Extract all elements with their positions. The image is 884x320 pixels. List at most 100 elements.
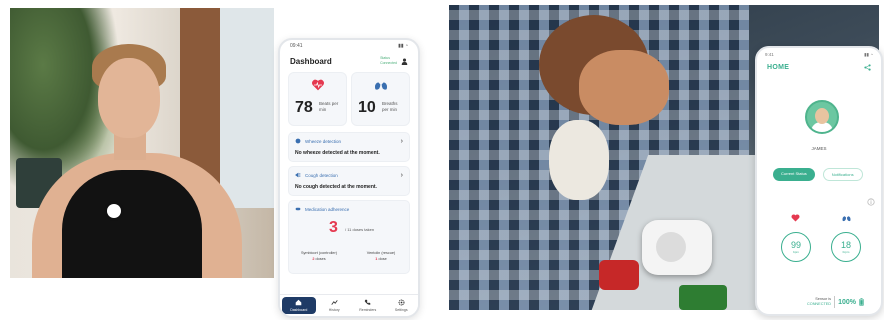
lungs-icon bbox=[374, 80, 387, 90]
avatar-face bbox=[815, 108, 829, 124]
heart-rate-unit: bpm bbox=[793, 250, 799, 254]
nav-dashboard[interactable]: Dashboard bbox=[282, 297, 316, 314]
chart-icon bbox=[331, 300, 338, 305]
status-icons: ▮▮ ◔ bbox=[864, 52, 873, 57]
breathing-rate-unit: Breaths per min bbox=[382, 101, 398, 112]
user-icon[interactable] bbox=[401, 58, 408, 65]
heart-rate-value: 99 bbox=[790, 240, 801, 250]
sensor-status: Sensor is CONNECTED 100% bbox=[807, 296, 877, 308]
heart-icon bbox=[791, 214, 800, 222]
ventolin-summary: Ventolin (rescue) 1 dose bbox=[355, 251, 407, 261]
medication-header: Medication adherence bbox=[295, 206, 403, 212]
ventolin-label: Ventolin (rescue) bbox=[366, 251, 396, 255]
header-right: Status Connected bbox=[380, 56, 408, 66]
bottom-nav: Dashboard History Reminders Settings bbox=[280, 294, 418, 316]
nav-dashboard-label: Dashboard bbox=[290, 308, 308, 312]
tank-top bbox=[62, 170, 202, 278]
bedside-device bbox=[642, 220, 712, 275]
sensor-connected: CONNECTED bbox=[807, 302, 832, 306]
cough-header: Cough detection bbox=[295, 172, 403, 178]
patient-name: JAMES bbox=[811, 146, 827, 151]
home-icon bbox=[295, 299, 302, 306]
device-status: Status Connected bbox=[380, 56, 397, 66]
nav-settings-label: Settings bbox=[394, 308, 408, 312]
ventolin-suffix: dose bbox=[378, 257, 387, 261]
tab-current-status[interactable]: Current Status bbox=[773, 168, 815, 181]
symbicort-summary: Symbicort (controller) 2 doses bbox=[293, 251, 345, 261]
phone-dashboard: 09:41 ▮▮ ◔ Dashboard Status Connected 78… bbox=[278, 38, 420, 318]
cough-detection-card[interactable]: Cough detection › No cough detected at t… bbox=[288, 166, 410, 196]
vitals-icons bbox=[791, 214, 851, 222]
nav-reminders-label: Reminders bbox=[359, 308, 377, 312]
wheeze-header: Wheeze detection bbox=[295, 138, 403, 144]
avatar[interactable] bbox=[805, 100, 839, 134]
heart-rate-ring: 99 bpm bbox=[781, 232, 811, 262]
share-icon[interactable] bbox=[864, 64, 871, 71]
symbicort-value-line: 2 doses bbox=[293, 257, 345, 261]
heart-icon bbox=[311, 79, 324, 91]
cough-message: No cough detected at the moment. bbox=[295, 184, 377, 190]
symbicort-label: Symbicort (controller) bbox=[300, 251, 338, 255]
cough-label: Cough detection bbox=[305, 172, 338, 178]
wheeze-message: No wheeze detected at the moment. bbox=[295, 150, 380, 156]
gear-icon bbox=[398, 299, 405, 306]
heart-rate-card[interactable]: 78 Beats per min bbox=[288, 72, 347, 126]
battery-icon bbox=[859, 298, 864, 306]
status-time: 09:41 bbox=[290, 43, 303, 49]
page-title: HOME bbox=[767, 64, 790, 71]
battery-percentage: 100% bbox=[838, 298, 856, 306]
tab-notifications[interactable]: Notifications bbox=[822, 168, 863, 181]
root: 09:41 ▮▮ ◔ Dashboard Status Connected 78… bbox=[0, 0, 884, 320]
device-status-value: Connected bbox=[380, 61, 397, 65]
vitals-cards: 78 Beats per min 10 Breaths per min bbox=[280, 70, 418, 128]
breathing-rate-unit: brpm bbox=[842, 250, 850, 254]
info-icon[interactable] bbox=[867, 198, 875, 206]
device-status-label: Status bbox=[380, 56, 390, 60]
divider bbox=[834, 296, 836, 308]
heart-rate-unit: Beats per min bbox=[319, 101, 339, 112]
symbicort-suffix: doses bbox=[315, 257, 326, 261]
nav-history-label: History bbox=[328, 308, 340, 312]
chevron-right-icon: › bbox=[400, 138, 403, 145]
wheeze-icon bbox=[295, 138, 301, 144]
symbicort-value: 2 bbox=[312, 257, 315, 261]
woman-head bbox=[98, 58, 160, 138]
status-icons: ▮▮ ◔ bbox=[398, 43, 408, 49]
heart-rate-value: 78 bbox=[295, 99, 313, 116]
medication-adherence-card[interactable]: Medication adherence 3 / 11 doses taken … bbox=[288, 200, 410, 274]
device-button bbox=[656, 232, 686, 262]
photo-woman-wearing-sensor bbox=[10, 8, 274, 278]
phone-home: 9:41 ▮▮ ◔ HOME JAMES Current Status Noti… bbox=[755, 46, 883, 316]
doses-taken-value: 3 bbox=[329, 219, 338, 236]
sensor-text: Sensor is CONNECTED bbox=[807, 297, 831, 307]
page-title: Dashboard bbox=[290, 56, 332, 66]
window bbox=[220, 8, 274, 208]
toy-car-red bbox=[599, 260, 639, 290]
breathing-rate-ring: 18 brpm bbox=[831, 232, 861, 262]
nav-settings[interactable]: Settings bbox=[385, 295, 419, 316]
home-header: HOME bbox=[757, 62, 881, 73]
toy-car-green bbox=[679, 285, 727, 310]
breathing-rate-card[interactable]: 10 Breaths per min bbox=[351, 72, 410, 126]
chest-sensor bbox=[107, 204, 121, 218]
boy-face bbox=[579, 50, 669, 125]
medication-label: Medication adherence bbox=[305, 206, 350, 212]
wheeze-label: Wheeze detection bbox=[305, 138, 342, 144]
ventolin-value-line: 1 dose bbox=[355, 257, 407, 261]
status-tabs: Current Status Notifications bbox=[773, 168, 863, 181]
status-bar: 9:41 ▮▮ ◔ bbox=[757, 48, 881, 62]
nav-history[interactable]: History bbox=[318, 295, 352, 316]
status-bar: 09:41 ▮▮ ◔ bbox=[280, 40, 418, 52]
pill-icon bbox=[295, 207, 301, 211]
chevron-right-icon: › bbox=[400, 172, 403, 179]
status-time: 9:41 bbox=[765, 52, 774, 57]
doses-taken-suffix: / 11 doses taken bbox=[345, 227, 375, 232]
phone-icon bbox=[364, 299, 371, 305]
plush-toy bbox=[549, 120, 609, 200]
breathing-rate-value: 18 bbox=[840, 240, 851, 250]
lungs-icon bbox=[842, 214, 851, 222]
dashboard-header: Dashboard Status Connected bbox=[280, 52, 418, 70]
breathing-rate-value: 10 bbox=[358, 99, 376, 116]
nav-reminders[interactable]: Reminders bbox=[351, 295, 385, 316]
wheeze-detection-card[interactable]: Wheeze detection › No wheeze detected at… bbox=[288, 132, 410, 162]
